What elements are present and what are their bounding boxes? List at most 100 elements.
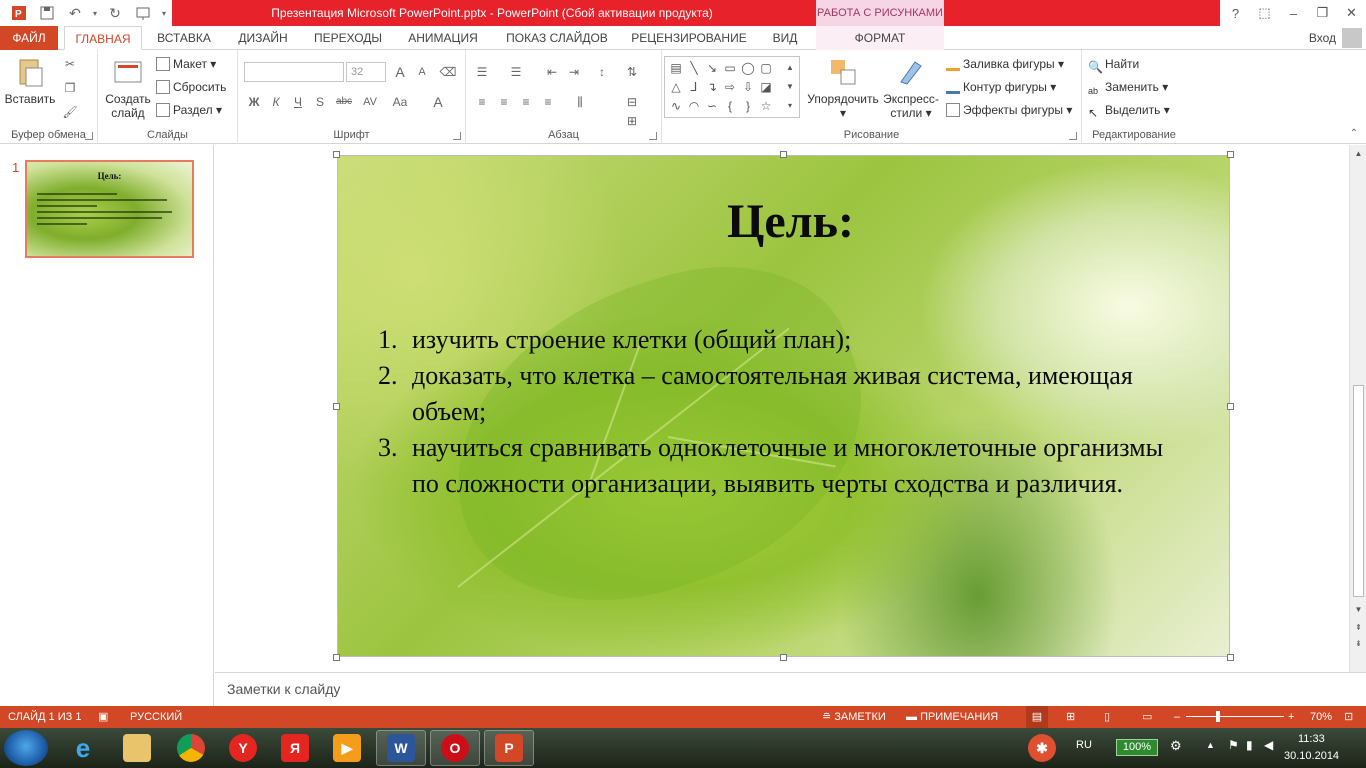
curve-shape-icon[interactable]: ∿ xyxy=(667,97,685,115)
tab-format[interactable]: ФОРМАТ xyxy=(816,26,944,50)
taskbar-word[interactable]: W xyxy=(376,730,426,766)
star-shape-icon[interactable]: ☆ xyxy=(757,97,775,115)
paragraph-launcher-icon[interactable] xyxy=(649,132,657,140)
quick-styles-button[interactable]: Экспресс- стили ▾ xyxy=(880,56,942,120)
resize-handle-top-left[interactable] xyxy=(333,151,340,158)
rectangle-shape-icon[interactable]: ▭ xyxy=(721,59,739,77)
scrollbar-thumb[interactable] xyxy=(1353,385,1364,597)
tab-slideshow[interactable]: ПОКАЗ СЛАЙДОВ xyxy=(498,26,616,50)
action-center-icon[interactable]: ⚑ xyxy=(1228,738,1239,752)
vertical-scrollbar[interactable]: ▲ ▼ ⇞ ⇟ xyxy=(1349,145,1366,672)
signal-icon[interactable]: ▮ xyxy=(1246,738,1253,752)
elbow-connector-icon[interactable]: ⅃ xyxy=(685,78,703,96)
taskbar-yandex[interactable]: Я xyxy=(270,730,320,766)
underline-button[interactable]: Ч xyxy=(288,92,308,112)
gallery-scroll-down-icon[interactable]: ▼ xyxy=(781,78,799,96)
language-indicator[interactable]: РУССКИЙ xyxy=(130,706,182,728)
font-size-field[interactable]: 32 xyxy=(346,62,386,82)
taskbar-opera[interactable]: O xyxy=(430,730,480,766)
resize-handle-top-right[interactable] xyxy=(1227,151,1234,158)
start-slideshow-icon[interactable] xyxy=(130,2,156,24)
close-icon[interactable]: ✕ xyxy=(1337,0,1366,26)
section-button[interactable]: Раздел ▾ xyxy=(156,100,222,120)
select-button[interactable]: ↖ Выделить ▾ xyxy=(1088,100,1170,120)
find-button[interactable]: 🔍 Найти xyxy=(1088,54,1139,74)
callout-shape-icon[interactable]: ◪ xyxy=(757,78,775,96)
slide-sorter-icon[interactable]: ⊞ xyxy=(1066,706,1075,728)
tab-review[interactable]: РЕЦЕНЗИРОВАНИЕ xyxy=(626,26,752,50)
save-icon[interactable] xyxy=(34,2,60,24)
reading-view-icon[interactable]: ▯ xyxy=(1104,706,1110,728)
gallery-scroll-up-icon[interactable]: ▲ xyxy=(781,59,799,77)
increase-indent-icon[interactable]: ⇥ xyxy=(564,62,584,82)
slide-thumbnail[interactable]: Цель: xyxy=(25,160,194,258)
bold-button[interactable]: Ж xyxy=(244,92,264,112)
taskbar-powerpoint[interactable]: P xyxy=(484,730,534,766)
format-painter-icon[interactable]: 🖌 xyxy=(60,102,80,122)
clock-time[interactable]: 11:33 xyxy=(1298,733,1325,745)
scroll-down-icon[interactable]: ▼ xyxy=(1352,603,1365,616)
restore-icon[interactable]: ❐ xyxy=(1308,0,1337,26)
right-arrow-shape-icon[interactable]: ⇨ xyxy=(721,78,739,96)
slide-body-list[interactable]: 1. изучить строение клетки (общий план); … xyxy=(378,322,1168,502)
decrease-indent-icon[interactable]: ⇤ xyxy=(542,62,562,82)
taskbar-internet-explorer[interactable]: e xyxy=(58,730,108,766)
undo-dropdown-icon[interactable]: ▾ xyxy=(90,2,100,24)
shape-outline-button[interactable]: Контур фигуры ▾ xyxy=(946,77,1056,97)
shape-fill-button[interactable]: Заливка фигуры ▾ xyxy=(946,54,1064,74)
font-color-button[interactable]: A xyxy=(428,92,448,112)
taskbar-media-player[interactable]: ▶ xyxy=(322,730,372,766)
textbox-shape-icon[interactable]: ▤ xyxy=(667,59,685,77)
next-slide-icon[interactable]: ⇟ xyxy=(1352,637,1365,650)
columns-icon[interactable]: ⫼ xyxy=(570,92,590,112)
justify-icon[interactable]: ≡ xyxy=(538,92,558,112)
powerpoint-app-icon[interactable]: P xyxy=(6,2,32,24)
character-spacing-button[interactable]: AV xyxy=(358,92,382,112)
previous-slide-icon[interactable]: ⇞ xyxy=(1352,621,1365,634)
tab-design[interactable]: ДИЗАЙН xyxy=(228,26,298,50)
replace-button[interactable]: ab Заменить ▾ xyxy=(1088,77,1168,97)
tab-home[interactable]: ГЛАВНАЯ xyxy=(64,26,142,50)
normal-view-icon[interactable]: ▤ xyxy=(1026,706,1048,728)
fit-slide-icon[interactable]: ⊡ xyxy=(1344,706,1353,728)
align-center-icon[interactable]: ≡ xyxy=(494,92,514,112)
battery-indicator[interactable]: 100% xyxy=(1116,739,1158,756)
user-avatar-icon[interactable] xyxy=(1342,28,1362,48)
numbering-icon[interactable]: ☰ xyxy=(506,62,526,82)
drawing-launcher-icon[interactable] xyxy=(1069,132,1077,140)
smartart-icon[interactable]: ⊞ xyxy=(622,114,642,128)
slide-canvas[interactable]: Цель: 1. изучить строение клетки (общий п… xyxy=(337,155,1230,657)
zoom-slider-knob[interactable] xyxy=(1216,711,1220,722)
notes-toggle-button[interactable]: ≘ ЗАМЕТКИ xyxy=(822,706,886,728)
taskbar-tray-app[interactable]: ✱ xyxy=(1020,730,1064,766)
down-arrow-shape-icon[interactable]: ⇩ xyxy=(739,78,757,96)
gallery-more-icon[interactable]: ▾ xyxy=(781,97,799,115)
font-name-field[interactable] xyxy=(244,62,344,82)
taskbar-chrome[interactable] xyxy=(166,730,216,766)
arrange-button[interactable]: Упорядочить ▾ xyxy=(804,56,882,120)
tab-animation[interactable]: АНИМАЦИЯ xyxy=(398,26,488,50)
right-brace-shape-icon[interactable]: } xyxy=(739,97,757,115)
align-left-icon[interactable]: ≡ xyxy=(472,92,492,112)
slide-title[interactable]: Цель: xyxy=(338,194,1229,249)
rounded-rect-shape-icon[interactable]: ▢ xyxy=(757,59,775,77)
redo-icon[interactable]: ↻ xyxy=(102,2,128,24)
tab-transitions[interactable]: ПЕРЕХОДЫ xyxy=(308,26,388,50)
left-brace-shape-icon[interactable]: { xyxy=(721,97,739,115)
line-spacing-icon[interactable]: ↕ xyxy=(592,62,612,82)
show-hidden-icons[interactable]: ▲ xyxy=(1206,740,1215,750)
font-launcher-icon[interactable] xyxy=(453,132,461,140)
taskbar-yandex-browser[interactable]: Y xyxy=(218,730,268,766)
change-case-button[interactable]: Aa xyxy=(388,92,412,112)
resize-handle-bottom-right[interactable] xyxy=(1227,654,1234,661)
shapes-gallery[interactable]: ▤ ╲ ↘ ▭ ◯ ▢ △ ⅃ ↴ ⇨ ⇩ ◪ ∿ ◠ ∽ { } ☆ ▲ ▼ … xyxy=(664,56,800,118)
minimize-icon[interactable]: – xyxy=(1279,0,1308,26)
new-slide-button[interactable]: Создать слайд xyxy=(102,56,154,120)
notes-pane[interactable]: Заметки к слайду xyxy=(215,672,1366,706)
shape-effects-button[interactable]: Эффекты фигуры ▾ xyxy=(946,100,1072,120)
align-text-icon[interactable]: ⊟ xyxy=(622,92,642,112)
bullets-icon[interactable]: ☰ xyxy=(472,62,492,82)
triangle-shape-icon[interactable]: △ xyxy=(667,78,685,96)
shadow-button[interactable]: S xyxy=(310,92,330,112)
copy-icon[interactable]: ❐ xyxy=(60,78,80,98)
